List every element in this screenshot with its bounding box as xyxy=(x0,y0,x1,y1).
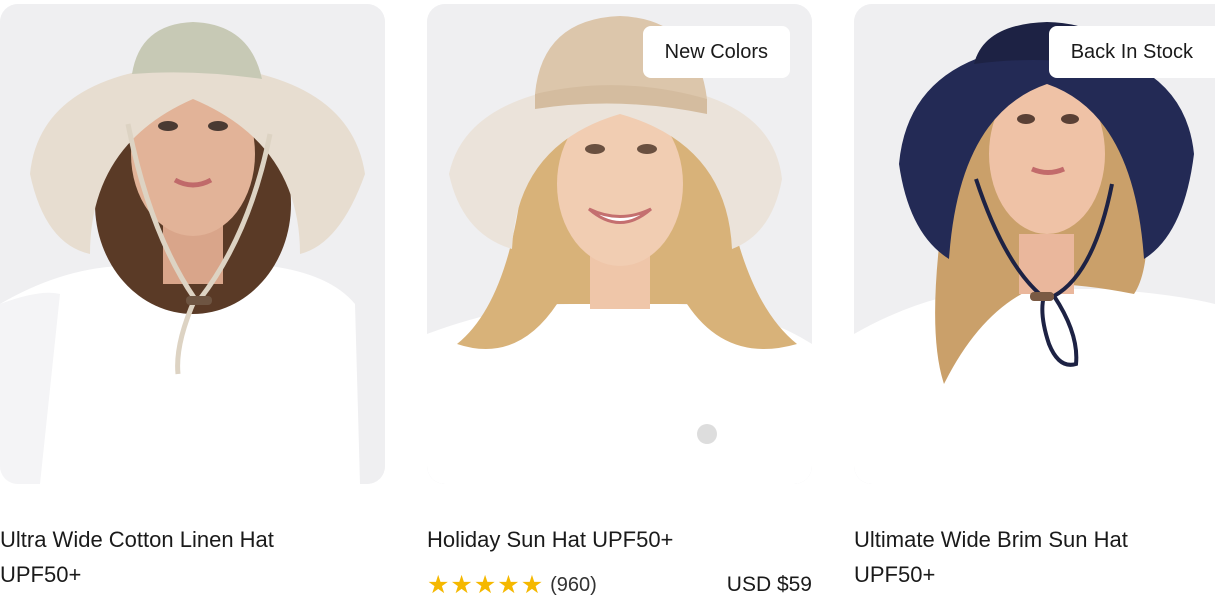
product-title[interactable]: Ultimate Wide Brim Sun Hat UPF50+ xyxy=(854,522,1215,592)
product-title-line2: UPF50+ xyxy=(854,562,936,587)
product-title[interactable]: Ultra Wide Cotton Linen Hat UPF50+ xyxy=(0,522,385,592)
review-count: (960) xyxy=(550,573,597,595)
star-icon: ★ xyxy=(520,570,544,595)
product-grid: Ultra Wide Cotton Linen Hat UPF50+ New C… xyxy=(0,0,1215,595)
product-image[interactable]: Back In Stock xyxy=(854,4,1215,484)
product-photo xyxy=(0,4,385,484)
product-title[interactable]: Holiday Sun Hat UPF50+ xyxy=(427,522,812,557)
product-price: USD $59 xyxy=(726,573,812,595)
product-image[interactable] xyxy=(0,4,385,484)
star-icon: ★ xyxy=(497,570,520,595)
product-card[interactable]: New Colors Holiday Sun Hat UPF50+ ★ ★ ★ … xyxy=(427,4,812,595)
badge-back-in-stock: Back In Stock xyxy=(1048,26,1215,78)
product-card[interactable]: Back In Stock Ultimate Wide Brim Sun Hat… xyxy=(854,4,1215,587)
star-rating[interactable]: ★ ★ ★ ★ ★ (960) xyxy=(427,570,597,595)
product-image[interactable]: New Colors xyxy=(427,4,812,484)
badge-new-colors: New Colors xyxy=(642,26,790,78)
product-meta: ★ ★ ★ ★ ★ (960) USD $59 xyxy=(427,570,812,595)
star-icon: ★ xyxy=(450,570,473,595)
product-title-line1: Ultimate Wide Brim Sun Hat xyxy=(854,527,1128,552)
product-title-line2: UPF50+ xyxy=(0,562,82,587)
star-icon: ★ xyxy=(427,570,450,595)
product-title-line1: Ultra Wide Cotton Linen Hat xyxy=(0,527,274,552)
star-icon: ★ xyxy=(473,570,497,595)
product-card[interactable]: Ultra Wide Cotton Linen Hat UPF50+ xyxy=(0,4,385,587)
